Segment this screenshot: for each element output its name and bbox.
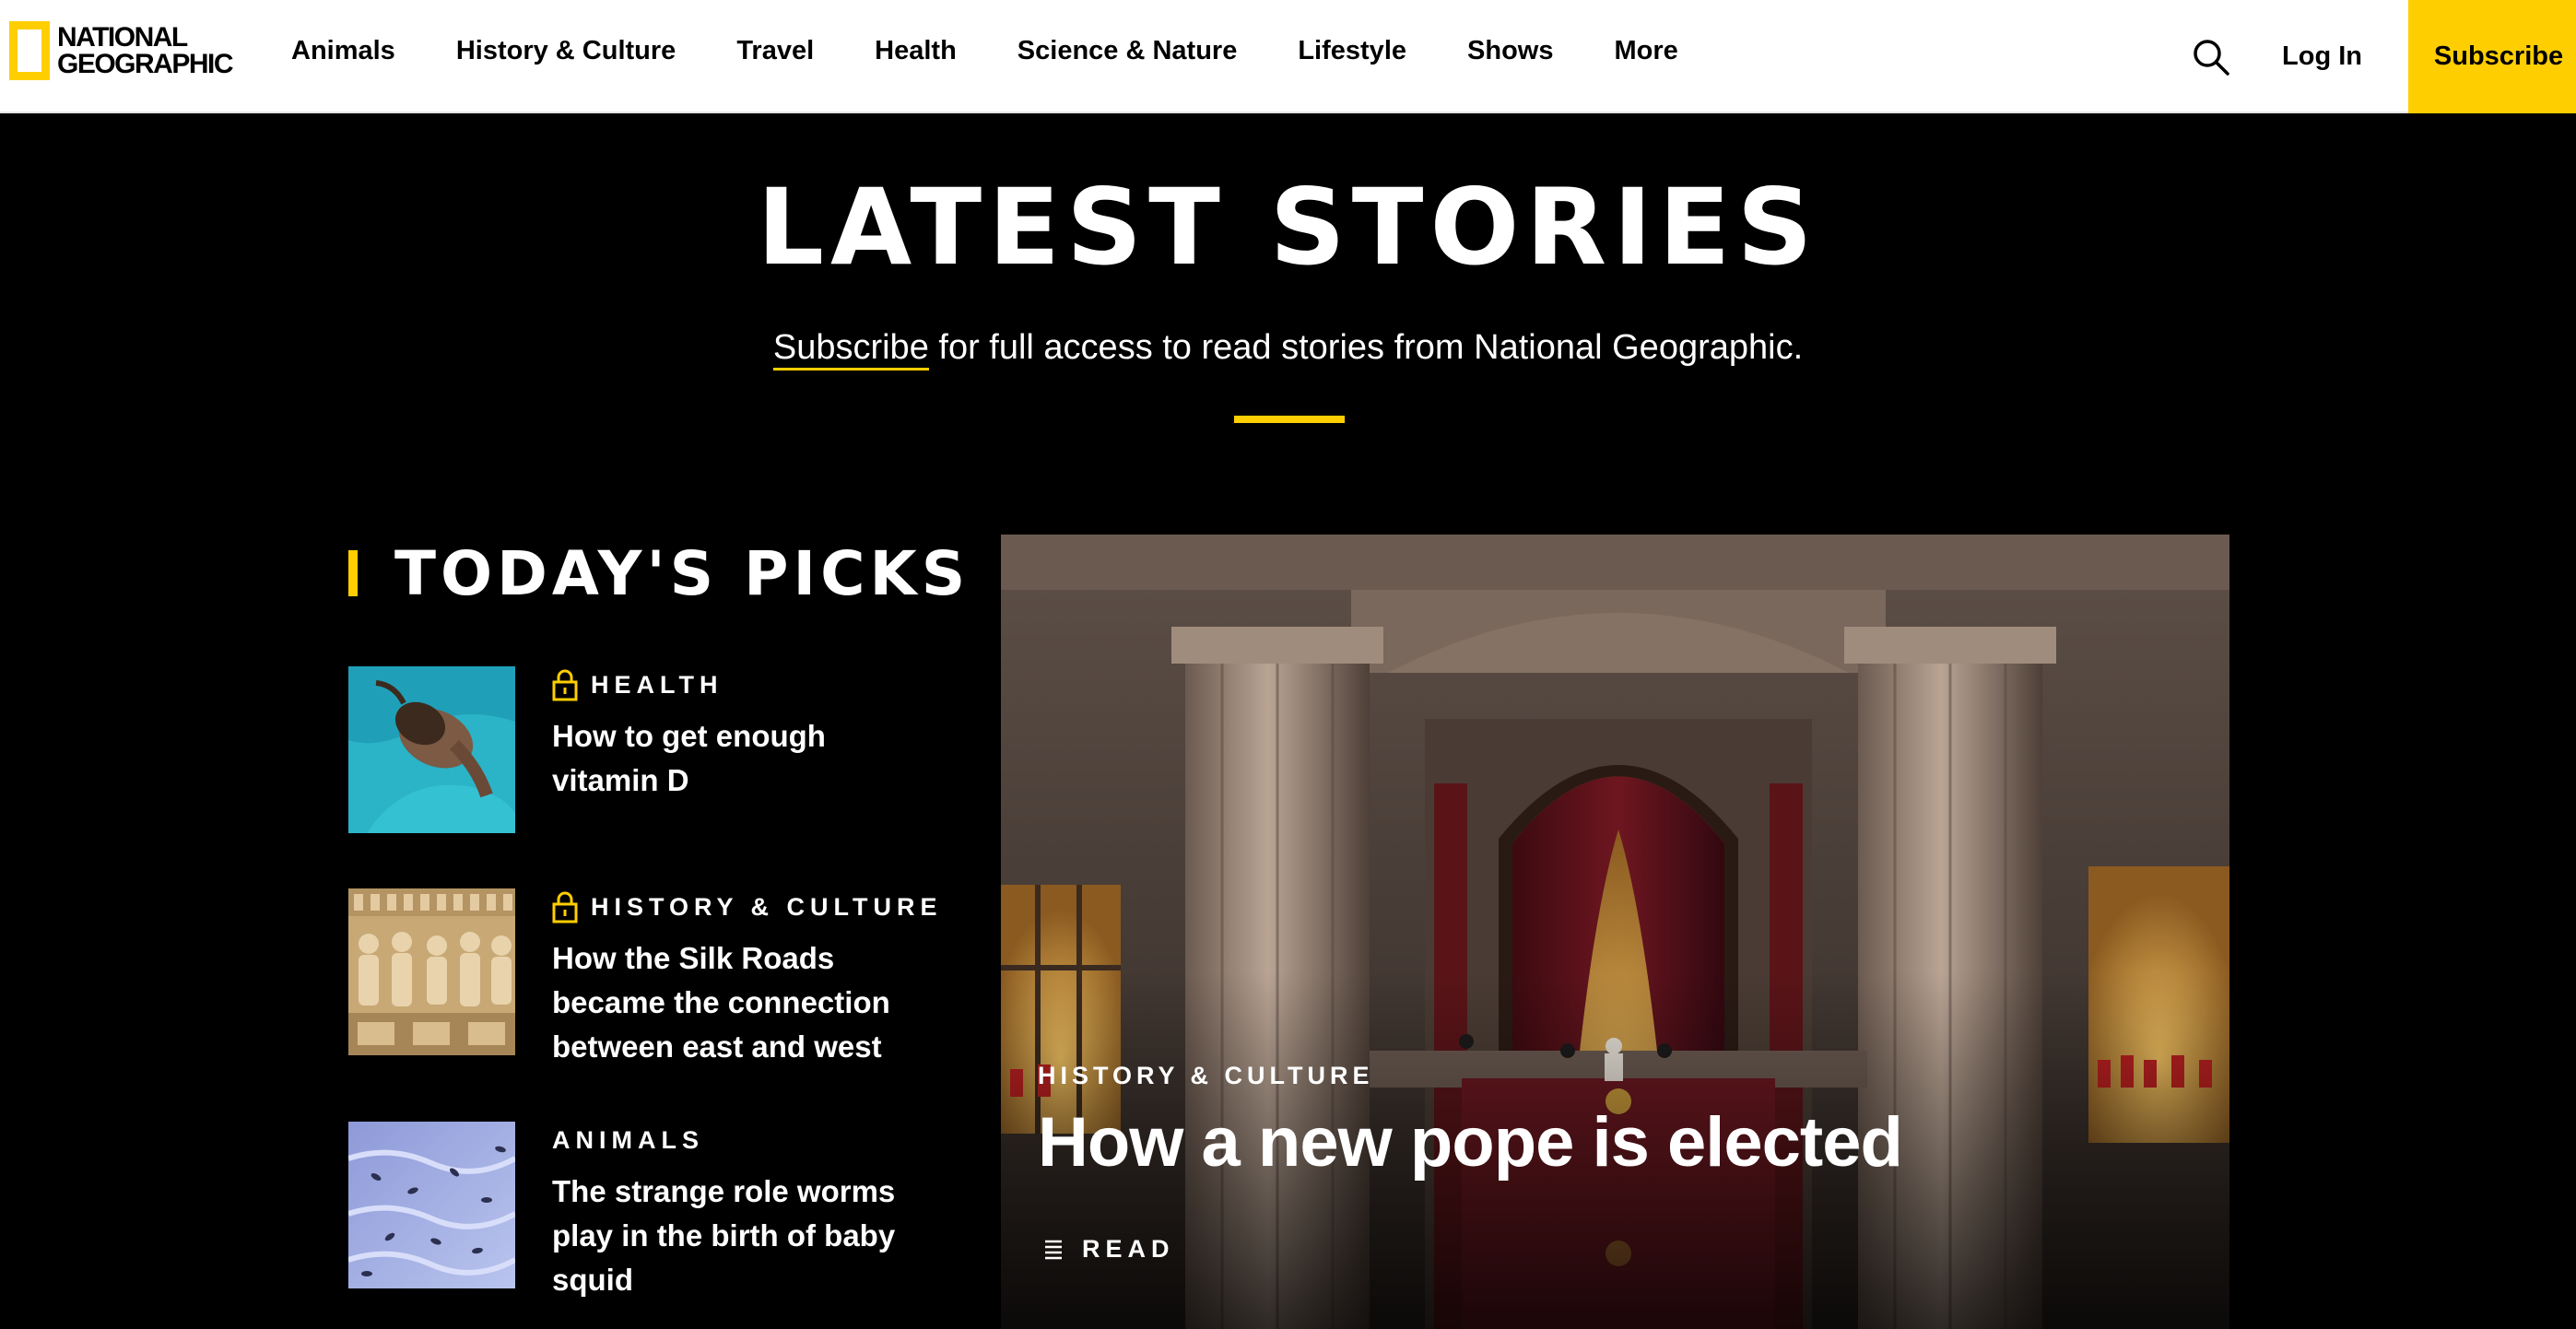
pick-headline[interactable]: The strange role worms play in the birth… bbox=[552, 1170, 921, 1302]
todays-picks-title: TODAY'S PICKS bbox=[394, 537, 970, 609]
pick-headline[interactable]: How to get enough vitamin D bbox=[552, 714, 921, 803]
login-link[interactable]: Log In bbox=[2282, 41, 2362, 72]
nav-item-lifestyle[interactable]: Lifestyle bbox=[1298, 36, 1406, 66]
pick-item[interactable]: HEALTH How to get enough vitamin D bbox=[348, 666, 938, 837]
pick-body: HEALTH How to get enough vitamin D bbox=[552, 666, 921, 837]
tagline-text: for full access to read stories from Nat… bbox=[928, 328, 1804, 367]
pick-body: HISTORY & CULTURE How the Silk Roads bec… bbox=[552, 888, 943, 1064]
main-menu: Animals History & Culture Travel Health … bbox=[291, 0, 1739, 101]
lock-icon bbox=[552, 891, 578, 923]
logo-line-2: GEOGRAPHIC bbox=[57, 48, 234, 79]
logo-wordmark: NATIONAL GEOGRAPHIC bbox=[57, 21, 234, 79]
pick-category-label: HISTORY & CULTURE bbox=[591, 892, 943, 921]
pick-category[interactable]: ANIMALS bbox=[552, 1123, 921, 1157]
pick-thumbnail[interactable] bbox=[348, 1122, 515, 1288]
tagline-subscribe-link[interactable]: Subscribe bbox=[772, 328, 929, 370]
pick-category-label: HEALTH bbox=[591, 670, 723, 699]
subscribe-button[interactable]: Subscribe bbox=[2408, 0, 2576, 113]
nav-item-more[interactable]: More bbox=[1614, 36, 1677, 66]
pick-category[interactable]: HISTORY & CULTURE bbox=[552, 890, 943, 923]
pick-thumbnail[interactable] bbox=[348, 888, 515, 1055]
nav-item-history-culture[interactable]: History & Culture bbox=[456, 36, 676, 66]
nav-item-animals[interactable]: Animals bbox=[291, 36, 395, 66]
todays-picks-heading: TODAY'S PICKS bbox=[348, 537, 970, 609]
article-lines-icon bbox=[1045, 1240, 1062, 1259]
heading-accent-bar bbox=[348, 550, 358, 596]
read-button[interactable]: READ bbox=[1043, 1235, 1175, 1264]
feature-headline[interactable]: How a new pope is elected bbox=[1038, 1102, 1903, 1182]
subscribe-tagline: Subscribe for full access to read storie… bbox=[0, 328, 2576, 370]
logo-line-1: NATIONAL bbox=[57, 21, 188, 53]
feature-story-card[interactable]: HISTORY & CULTURE How a new pope is elec… bbox=[1001, 535, 2229, 1329]
logo-yellow-frame-icon bbox=[9, 20, 50, 80]
search-icon[interactable] bbox=[2191, 37, 2231, 77]
nav-item-science-nature[interactable]: Science & Nature bbox=[1017, 36, 1238, 66]
nav-actions: Log In Subscribe bbox=[2191, 0, 2576, 113]
nat-geo-logo[interactable]: NATIONAL GEOGRAPHIC bbox=[9, 20, 234, 80]
nav-item-shows[interactable]: Shows bbox=[1467, 36, 1553, 66]
pick-category-label: ANIMALS bbox=[552, 1125, 704, 1154]
feature-category[interactable]: HISTORY & CULTURE bbox=[1038, 1062, 1374, 1090]
nav-item-health[interactable]: Health bbox=[875, 36, 957, 66]
feature-image bbox=[1001, 535, 2229, 1329]
pick-thumbnail[interactable] bbox=[348, 666, 515, 833]
title-divider bbox=[1234, 416, 1345, 423]
pick-category[interactable]: HEALTH bbox=[552, 668, 921, 701]
page-title: LATEST STORIES bbox=[757, 166, 1819, 288]
pick-headline[interactable]: How the Silk Roads became the connection… bbox=[552, 936, 921, 1069]
pick-body: ANIMALS The strange role worms play in t… bbox=[552, 1122, 921, 1298]
read-label: READ bbox=[1082, 1235, 1175, 1263]
nav-item-travel[interactable]: Travel bbox=[736, 36, 814, 66]
lock-icon bbox=[552, 669, 578, 701]
pick-item[interactable]: HISTORY & CULTURE How the Silk Roads bec… bbox=[348, 888, 938, 1064]
top-navigation: NATIONAL GEOGRAPHIC Animals History & Cu… bbox=[0, 0, 2576, 113]
pick-item[interactable]: ANIMALS The strange role worms play in t… bbox=[348, 1122, 938, 1298]
